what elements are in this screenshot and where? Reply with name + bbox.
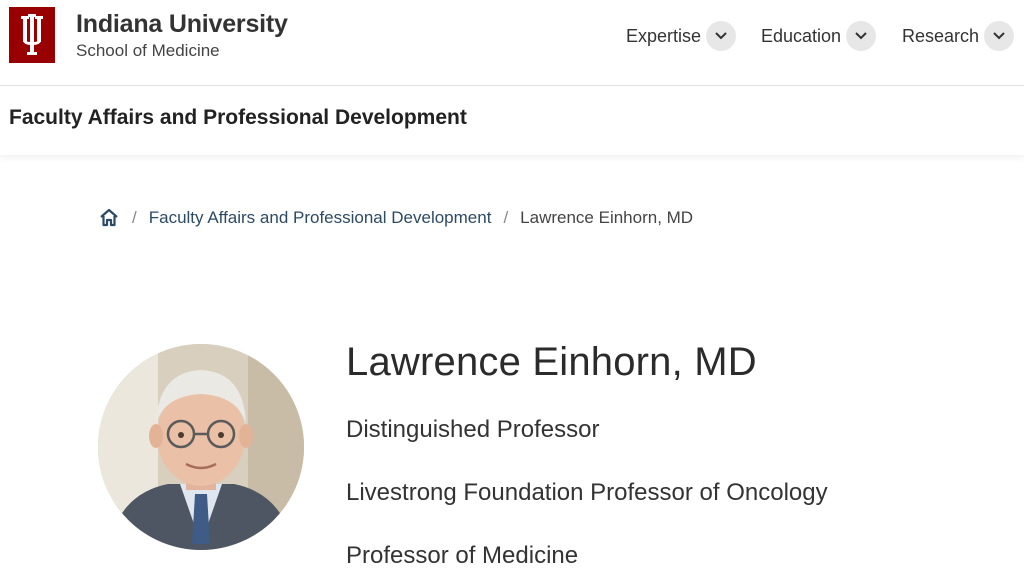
section-title[interactable]: Faculty Affairs and Professional Develop… xyxy=(9,106,467,130)
brand-subtitle[interactable]: School of Medicine xyxy=(76,41,220,61)
breadcrumb: / Faculty Affairs and Professional Devel… xyxy=(98,205,693,231)
breadcrumb-current: Lawrence Einhorn, MD xyxy=(520,208,694,227)
chevron-down-icon[interactable] xyxy=(846,21,877,51)
breadcrumb-link[interactable]: Faculty Affairs and Professional Develop… xyxy=(149,208,492,228)
nav-education[interactable]: Education xyxy=(761,21,877,51)
breadcrumb-separator: / xyxy=(503,208,509,227)
nav-label: Expertise xyxy=(626,25,702,46)
iu-logo[interactable] xyxy=(9,7,55,63)
site-header: Indiana University School of Medicine Ex… xyxy=(0,0,1024,86)
home-icon[interactable] xyxy=(98,207,120,229)
nav-label: Education xyxy=(761,25,842,46)
chevron-down-icon[interactable] xyxy=(706,21,737,51)
trident-icon xyxy=(21,14,43,55)
nav-label: Research xyxy=(902,25,980,46)
profile-title: Livestrong Foundation Professor of Oncol… xyxy=(346,479,828,506)
nav-expertise[interactable]: Expertise xyxy=(626,21,737,51)
brand-title[interactable]: Indiana University xyxy=(76,10,288,39)
nav-research[interactable]: Research xyxy=(902,21,1015,51)
profile-title: Distinguished Professor xyxy=(346,416,600,443)
chevron-down-icon[interactable] xyxy=(984,21,1015,51)
section-bar: Faculty Affairs and Professional Develop… xyxy=(0,87,1024,155)
profile-photo xyxy=(98,344,304,550)
profile-name: Lawrence Einhorn, MD xyxy=(346,340,757,384)
breadcrumb-separator: / xyxy=(132,208,137,227)
profile-title: Professor of Medicine xyxy=(346,542,579,569)
